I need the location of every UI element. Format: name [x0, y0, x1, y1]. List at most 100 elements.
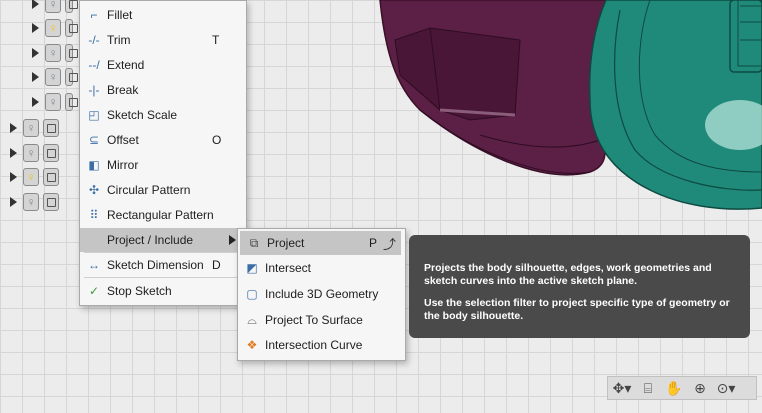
sketch-modify-menu: ⌐ Fillet -/- Trim T --/ Extend -|- Break…	[79, 0, 247, 306]
expand-arrow-icon[interactable]	[10, 172, 17, 182]
project-to-surface-icon: ⌓	[247, 312, 257, 327]
menu-separator	[84, 277, 242, 278]
menu-item-sketch-scale[interactable]: ◰ Sketch Scale	[80, 103, 246, 127]
teal-body[interactable]	[588, 0, 762, 210]
menu-item-label: Project To Surface	[265, 313, 363, 327]
body-icon	[65, 68, 73, 86]
visibility-bulb-icon[interactable]: ♀	[23, 144, 39, 162]
menu-item-stop-sketch[interactable]: ✓ Stop Sketch	[80, 279, 246, 303]
tree-row[interactable]: ♀	[10, 191, 59, 213]
navigation-bar: ✥▾ ⌸ ✋ ⊕ ⊙▾	[607, 376, 757, 400]
visibility-bulb-icon[interactable]: ♀	[23, 119, 39, 137]
body-icon	[43, 193, 59, 211]
sketch-scale-icon: ◰	[88, 108, 100, 122]
menu-item-mirror[interactable]: ◧ Mirror	[80, 153, 246, 177]
offset-icon: ⊆	[88, 133, 100, 147]
tree-row[interactable]: ♀	[32, 66, 73, 88]
menu-item-extend[interactable]: --/ Extend	[80, 53, 246, 77]
redo-arrow-icon: ⤴	[383, 236, 397, 252]
menu-item-label: Stop Sketch	[107, 284, 172, 298]
menu-item-break[interactable]: -|- Break	[80, 78, 246, 102]
expand-arrow-icon[interactable]	[32, 48, 39, 58]
command-tooltip: Projects the body silhouette, edges, wor…	[409, 235, 750, 338]
submenu-arrow-icon	[229, 235, 236, 245]
menu-item-circular-pattern[interactable]: ✣ Circular Pattern	[80, 178, 246, 202]
project-icon: ⧉	[249, 235, 259, 250]
menu-item-label: Offset	[107, 133, 139, 147]
menu-item-project-to-surface[interactable]: ⌓ Project To Surface	[238, 308, 405, 332]
tree-row[interactable]: ♀	[10, 166, 59, 188]
visibility-bulb-icon[interactable]: ♀	[45, 44, 61, 62]
intersection-curve-icon: ❖	[246, 338, 258, 352]
menu-item-label: Circular Pattern	[107, 183, 191, 197]
blank-icon	[86, 232, 102, 248]
tooltip-description: Projects the body silhouette, edges, wor…	[424, 262, 712, 287]
tree-row[interactable]: ♀	[32, 0, 73, 15]
menu-item-project-include[interactable]: Project / Include	[80, 228, 246, 252]
menu-item-intersection-curve[interactable]: ❖ Intersection Curve	[238, 333, 405, 357]
expand-arrow-icon[interactable]	[10, 148, 17, 158]
menu-item-offset[interactable]: ⊆ Offset O	[80, 128, 246, 152]
menu-item-label: Project / Include	[107, 233, 194, 247]
body-icon	[43, 119, 59, 137]
design-canvas[interactable]: ♀ ♀ ♀ ♀ ♀ ♀ ♀ ♀ ♀ ⌐ Fillet -/- Trim T --…	[0, 0, 762, 413]
expand-arrow-icon[interactable]	[10, 197, 17, 207]
circular-pattern-icon: ✣	[88, 183, 100, 197]
mirror-icon: ◧	[88, 158, 100, 172]
visibility-bulb-icon[interactable]: ♀	[23, 168, 39, 186]
body-icon	[65, 44, 73, 62]
expand-arrow-icon[interactable]	[32, 23, 39, 33]
tree-row[interactable]: ♀	[32, 42, 73, 64]
rectangular-pattern-icon: ⠿	[89, 208, 99, 222]
body-icon	[43, 144, 59, 162]
extend-icon: --/	[88, 58, 100, 72]
menu-item-label: Trim	[107, 33, 131, 47]
menu-item-label: Project	[267, 236, 305, 250]
intersect-icon: ◩	[246, 261, 258, 275]
visibility-bulb-icon[interactable]: ♀	[45, 93, 61, 111]
tooltip-hint: Use the selection filter to project spec…	[424, 297, 730, 322]
menu-item-rectangular-pattern[interactable]: ⠿ Rectangular Pattern	[80, 203, 246, 227]
menu-item-sketch-dimension[interactable]: ↔ Sketch Dimension D	[80, 253, 246, 277]
visibility-bulb-icon[interactable]: ♀	[23, 193, 39, 211]
look-at-icon[interactable]: ⌸	[638, 380, 658, 397]
menu-item-shortcut: T	[212, 33, 220, 47]
tree-row[interactable]: ♀	[32, 17, 73, 39]
menu-item-label: Break	[107, 83, 139, 97]
menu-item-shortcut: P	[369, 236, 378, 250]
menu-item-label: Rectangular Pattern	[107, 208, 214, 222]
menu-item-label: Mirror	[107, 158, 139, 172]
expand-arrow-icon[interactable]	[32, 0, 39, 9]
menu-item-label: Sketch Dimension	[107, 258, 204, 272]
tree-row[interactable]: ♀	[32, 91, 73, 113]
stop-sketch-icon: ✓	[88, 284, 100, 298]
menu-item-intersect[interactable]: ◩ Intersect	[238, 256, 405, 280]
expand-arrow-icon[interactable]	[32, 72, 39, 82]
menu-item-shortcut: O	[212, 133, 222, 147]
pan-hand-icon[interactable]: ✋	[664, 380, 684, 397]
menu-item-label: Intersect	[265, 261, 312, 275]
visibility-bulb-icon[interactable]: ♀	[45, 0, 61, 13]
visibility-bulb-icon[interactable]: ♀	[45, 19, 61, 37]
include-3d-geometry-icon: ▢	[246, 287, 258, 301]
expand-arrow-icon[interactable]	[32, 97, 39, 107]
menu-item-label: Extend	[107, 58, 145, 72]
expand-arrow-icon[interactable]	[10, 123, 17, 133]
menu-item-project[interactable]: ⧉ Project P ⤴	[240, 231, 401, 255]
zoom-icon[interactable]: ⊕	[690, 380, 710, 397]
orbit-icon[interactable]: ✥▾	[612, 380, 632, 397]
tree-row[interactable]: ♀	[10, 142, 59, 164]
menu-item-trim[interactable]: -/- Trim T	[80, 28, 246, 52]
tree-row[interactable]: ♀	[10, 117, 59, 139]
sketch-dimension-icon: ↔	[88, 258, 100, 272]
menu-item-label: Include 3D Geometry	[265, 287, 379, 301]
body-icon	[43, 168, 59, 186]
fit-zoom-icon[interactable]: ⊙▾	[716, 380, 736, 397]
body-icon	[65, 93, 73, 111]
menu-item-fillet[interactable]: ⌐ Fillet	[80, 3, 246, 27]
body-icon	[65, 0, 73, 13]
project-include-submenu: ⧉ Project P ⤴ ◩ Intersect ▢ Include 3D G…	[237, 228, 406, 361]
visibility-bulb-icon[interactable]: ♀	[45, 68, 61, 86]
body-icon	[65, 19, 73, 37]
menu-item-include-3d-geometry[interactable]: ▢ Include 3D Geometry	[238, 282, 405, 306]
